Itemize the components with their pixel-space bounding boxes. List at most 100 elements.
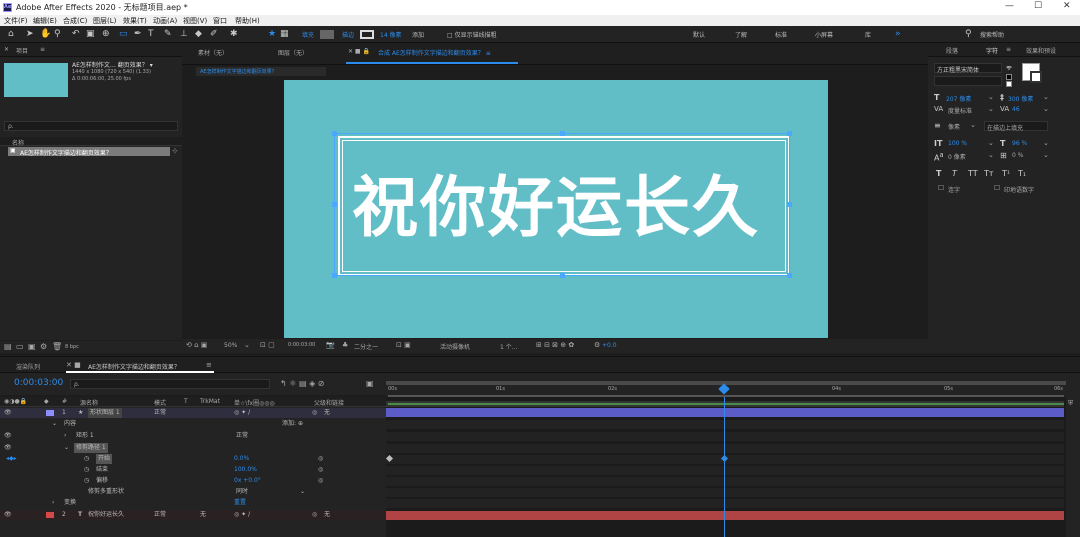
add-menu[interactable]: 添加:	[282, 419, 296, 429]
tab-footage[interactable]: 素材（无）	[198, 48, 228, 57]
layer-1-parent-icon[interactable]: ◎	[312, 408, 317, 418]
fill-label[interactable]: 填充	[302, 30, 314, 39]
handle-bottom-center[interactable]	[560, 273, 565, 278]
chevron-down-icon[interactable]: ⌄	[300, 487, 305, 497]
workspace-library[interactable]: 库	[865, 30, 871, 39]
camera-dropdown[interactable]: 活动摄像机	[440, 342, 470, 351]
ligature-checkbox[interactable]: ☐	[938, 184, 944, 192]
settings-icon[interactable]: ⚙	[40, 342, 47, 351]
region-icon[interactable]: ⊡ ▣	[396, 341, 411, 349]
trim-end-row[interactable]: ◷ 结束 100.0% ◎	[0, 465, 386, 475]
white-swatch[interactable]	[1006, 81, 1012, 87]
zoom-tool-icon[interactable]: ⚲	[54, 29, 61, 39]
handle-top-right[interactable]	[787, 131, 792, 136]
tracking-value[interactable]: 46	[1012, 106, 1020, 113]
stroke-size-value[interactable]: 像素	[948, 122, 960, 131]
trim-paths-label[interactable]: 修剪路径 1	[74, 443, 108, 453]
layer-2-parent-icon[interactable]: ◎	[312, 510, 317, 520]
workspace-small-screen[interactable]: 小屏幕	[815, 30, 833, 39]
minimize-button[interactable]: —	[1005, 1, 1014, 11]
time-ruler[interactable]: 00s 01s 02s 03s 04s 05s 06s	[386, 381, 1080, 397]
tab-composition[interactable]: 合成 AE怎样制作文字描边和翻页效果？ ≡	[378, 48, 491, 57]
stroke-label[interactable]: 描边	[342, 30, 354, 39]
composition-canvas[interactable]: 祝你好运长久	[284, 80, 828, 338]
camera-snapshot-icon[interactable]: 📷	[326, 341, 335, 349]
tab-render-queue[interactable]: 渲染队列	[16, 362, 40, 371]
trim-multiple-select[interactable]: 同时	[236, 487, 248, 497]
tab-character[interactable]: 字符	[986, 46, 998, 55]
stopwatch-icon[interactable]: ◷	[84, 454, 89, 464]
graph-editor-icon[interactable]: ▣	[366, 379, 374, 388]
tab-paragraph[interactable]: 段落	[946, 46, 958, 55]
visibility-icon[interactable]: 👁	[4, 408, 12, 418]
pen-tool-icon[interactable]: ✒	[134, 29, 142, 39]
baseline-value[interactable]: 0 像素	[948, 152, 966, 161]
trim-start-row[interactable]: ◂◆▸ ◷ 开始 0.0% ◎	[0, 454, 386, 464]
eraser-tool-icon[interactable]: ◆	[195, 29, 202, 39]
tab-effects-presets[interactable]: 效果和预设	[1026, 46, 1056, 55]
layer-2-switches[interactable]: ◎ ✦ /	[234, 510, 250, 520]
project-panel-menu-icon[interactable]: ✕	[4, 46, 9, 53]
view-options-icon[interactable]: ⊞ ⊟ ⊠ ⊕ ✿	[536, 341, 574, 349]
timeline-timecode[interactable]: 0:00:03:00	[14, 378, 63, 388]
home-icon[interactable]: ⌂	[8, 29, 14, 39]
stroke-swatch[interactable]	[360, 30, 374, 39]
rectangle-tool-icon[interactable]: ▭	[119, 29, 128, 39]
align-icon[interactable]: ▦	[280, 29, 289, 39]
flowchart-icon[interactable]: ⊹	[172, 147, 178, 155]
layer-1-parent[interactable]: 无	[324, 408, 330, 418]
views-dropdown[interactable]: 1 个…	[500, 342, 518, 351]
timeline-search-input[interactable]: ρ.	[70, 379, 270, 389]
handle-bottom-right[interactable]	[787, 273, 792, 278]
snap-checkbox[interactable]: □ 仅显示锚线描粗	[447, 30, 497, 39]
all-caps-button[interactable]: TT	[968, 169, 978, 178]
hindi-digits-checkbox[interactable]: ☐	[994, 184, 1000, 192]
camera-tool-icon[interactable]: ▣	[86, 29, 95, 39]
color-channel-icon[interactable]: ♣	[342, 341, 348, 349]
stroke-mode-select[interactable]: 在描边上填充	[984, 121, 1048, 132]
layer-1-duration-bar[interactable]	[386, 408, 1064, 417]
star-icon[interactable]: ★	[268, 29, 276, 39]
kerning-value[interactable]: 度量标准	[948, 106, 972, 115]
chevron-down-icon[interactable]: ⌄	[1043, 151, 1049, 159]
trim-paths-row[interactable]: 👁 ⌄ 修剪路径 1	[0, 443, 386, 453]
chevron-down-icon[interactable]: ⌄	[1043, 139, 1049, 147]
vertical-scale-value[interactable]: 100 %	[948, 140, 967, 147]
brush-tool-icon[interactable]: ✎	[164, 29, 172, 39]
stroke-color-swatch[interactable]	[1030, 71, 1042, 83]
project-search-input[interactable]: ρ.	[4, 121, 178, 131]
expand-triangle-icon[interactable]: ⌄	[52, 419, 57, 429]
visibility-icon[interactable]: 👁	[4, 431, 12, 441]
pick-whip-icon[interactable]: ◎	[318, 476, 323, 486]
zoom-dropdown[interactable]: 50%	[224, 342, 237, 349]
playhead-line[interactable]	[724, 397, 725, 537]
menu-file[interactable]: 文件(F)	[4, 16, 28, 26]
pan-behind-tool-icon[interactable]: ⊕	[102, 29, 110, 39]
layer-2-trkmat[interactable]: 无	[200, 510, 206, 520]
transform-reset[interactable]: 重置	[234, 498, 246, 508]
small-caps-button[interactable]: Tт	[984, 169, 994, 178]
search-icon[interactable]: ⚲	[965, 29, 972, 39]
breadcrumb[interactable]: AE怎样制作文字描边和翻页效果？	[196, 67, 326, 76]
menu-edit[interactable]: 编辑(E)	[33, 16, 57, 26]
selection-tool-icon[interactable]: ➤	[26, 29, 34, 39]
chevron-down-icon[interactable]: ⌄	[970, 121, 976, 129]
tab-layer[interactable]: 图层（无）	[278, 48, 308, 57]
viewer-timecode[interactable]: 0:00:03:00	[288, 342, 315, 348]
menu-view[interactable]: 视图(V)	[183, 16, 207, 26]
stroke-width[interactable]: 14 像素	[380, 30, 402, 39]
character-menu-icon[interactable]: ≡	[1006, 46, 1011, 53]
layer-2-mode[interactable]: 正常	[154, 510, 166, 520]
rotate-tool-icon[interactable]: ↶	[72, 29, 80, 39]
horizontal-scale-value[interactable]: 96 %	[1012, 140, 1027, 147]
pick-whip-icon[interactable]: ◎	[318, 454, 323, 464]
superscript-button[interactable]: T¹	[1002, 169, 1010, 178]
chevron-down-icon[interactable]: ⌄	[1043, 93, 1049, 101]
pick-whip-icon[interactable]: ◎	[318, 465, 323, 475]
tab-close-icon[interactable]: ✕ ■	[66, 361, 81, 369]
rectangle-blend-mode[interactable]: 正常	[236, 431, 248, 441]
timeline-scrollbar[interactable]	[1066, 397, 1080, 537]
trash-icon[interactable]: 🗑	[52, 342, 62, 351]
project-item-row[interactable]: ▣ AE怎样制作文字描边和翻页效果？	[8, 147, 170, 157]
project-panel-options-icon[interactable]: ≡	[40, 46, 45, 53]
